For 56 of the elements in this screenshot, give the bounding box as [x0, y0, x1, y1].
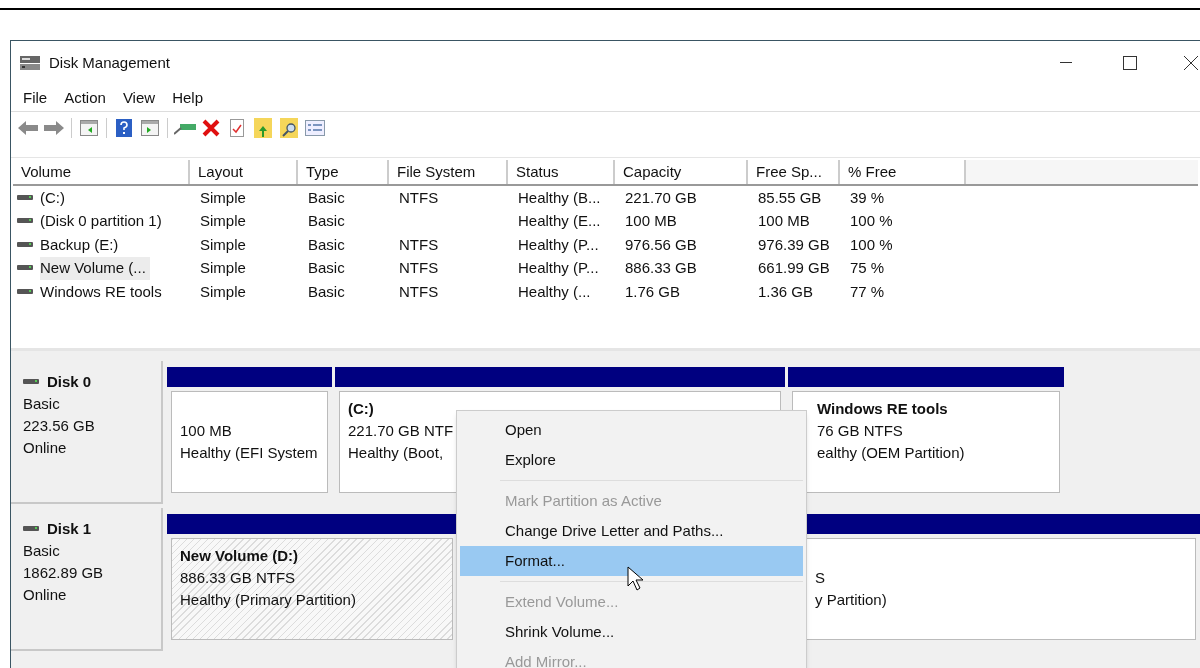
window-title: Disk Management	[49, 52, 170, 73]
disk-status: Online	[23, 585, 68, 605]
table-cell: 661.99 GB	[758, 259, 830, 276]
table-cell: Basic	[308, 282, 345, 300]
table-cell: 77 %	[850, 282, 885, 300]
table-cell: Healthy (B...	[518, 188, 601, 206]
table-cell: NTFS	[399, 282, 439, 300]
disk-size: 223.56 GB	[23, 416, 96, 436]
partition-detail: y Partition)	[815, 590, 887, 610]
table-cell: Basic	[308, 235, 345, 253]
table-cell: 75 %	[850, 259, 885, 276]
partition-detail: 76 GB NTFS	[817, 421, 903, 441]
disk-type: Basic	[23, 394, 61, 414]
partition-detail: S	[815, 568, 825, 588]
disk-name: Disk 1	[47, 519, 92, 539]
partition-title: Windows RE tools	[817, 399, 948, 419]
partition-title: (C:)	[348, 399, 374, 419]
table-cell: Basic	[308, 212, 345, 229]
table-cell: Healthy (E...	[518, 212, 601, 229]
partition-detail: 221.70 GB NTF	[348, 421, 454, 441]
partition-detail: ealthy (OEM Partition)	[817, 443, 965, 463]
table-cell: Simple	[200, 282, 246, 300]
table-cell: 1.36 GB	[758, 282, 814, 300]
table-cell: 100 MB	[758, 212, 810, 229]
table-cell: Healthy (P...	[518, 235, 599, 253]
table-cell: 85.55 GB	[758, 188, 822, 206]
partition-title: New Volume (D:)	[180, 546, 299, 566]
disk-size: 1862.89 GB	[23, 563, 105, 583]
partition-detail: Healthy (Primary Partition)	[180, 590, 356, 610]
table-cell: Healthy (...	[518, 282, 591, 300]
partition-detail: 886.33 GB NTFS	[180, 568, 296, 588]
table-cell: Basic	[308, 188, 345, 206]
table-cell: 100 MB	[625, 212, 677, 229]
table-cell: 221.70 GB	[625, 188, 697, 206]
table-cell: Simple	[200, 235, 246, 253]
partition-detail: Healthy (EFI System	[180, 443, 318, 463]
disk-type: Basic	[23, 541, 61, 561]
partition-detail: 100 MB	[180, 421, 232, 441]
table-cell: NTFS	[399, 235, 439, 253]
table-cell: Simple	[200, 188, 246, 206]
table-cell: 100 %	[850, 235, 893, 253]
table-cell: 39 %	[850, 188, 885, 206]
table-cell: NTFS	[399, 259, 439, 276]
table-cell: Basic	[308, 259, 345, 276]
table-cell: Simple	[200, 259, 246, 276]
table-cell: Healthy (P...	[518, 259, 599, 276]
partition-detail: Healthy (Boot,	[348, 443, 444, 463]
table-cell: 976.39 GB	[758, 235, 830, 253]
table-cell: Simple	[200, 212, 246, 229]
table-cell: 100 %	[850, 212, 893, 229]
table-cell: 976.56 GB	[625, 235, 697, 253]
table-cell: 886.33 GB	[625, 259, 697, 276]
table-cell: NTFS	[399, 188, 439, 206]
disk-name: Disk 0	[47, 372, 92, 392]
disk-status: Online	[23, 438, 68, 458]
table-cell: 1.76 GB	[625, 282, 681, 300]
